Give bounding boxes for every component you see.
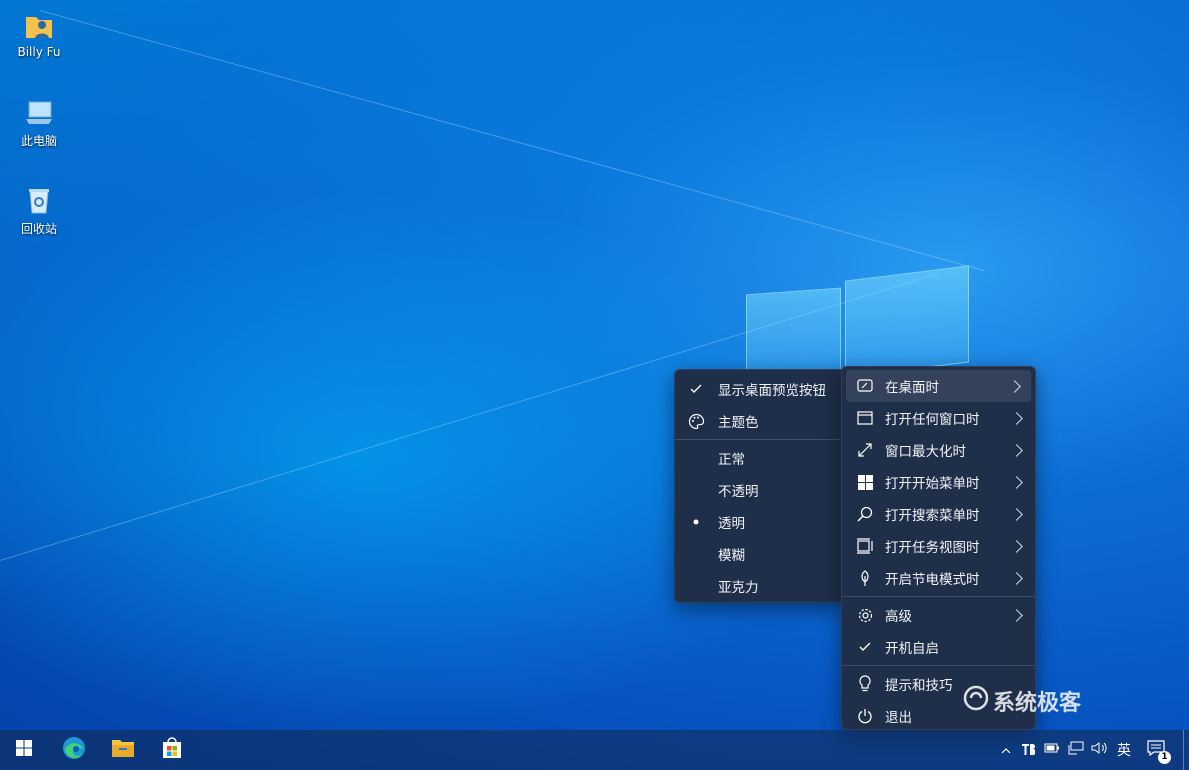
menu-item-label: 退出 — [885, 710, 912, 726]
menu-item-label: 主题色 — [718, 415, 759, 431]
menu-item-label: 正常 — [718, 452, 745, 468]
window-icon — [856, 409, 874, 427]
taskbar-app-edge[interactable] — [50, 730, 98, 770]
palette-icon — [687, 412, 705, 430]
menu-separator — [842, 596, 1035, 597]
style-submenu: 显示桌面预览按钮 主题色 正常 不透明 透明 模糊 亚克力 — [674, 369, 847, 603]
start-button[interactable] — [0, 730, 48, 770]
maximize-icon — [856, 441, 874, 459]
menu-item-label: 模糊 — [718, 548, 745, 564]
menu-item-label: 透明 — [718, 516, 745, 532]
ime-indicator[interactable]: 英 — [1112, 740, 1136, 760]
system-tray: 英 — [996, 730, 1136, 770]
volume-icon[interactable] — [1088, 741, 1112, 759]
wallpaper-logo-pane — [845, 265, 969, 378]
chevron-right-icon — [1010, 443, 1023, 457]
desktop-icon — [856, 377, 874, 395]
menu-item-label: 显示桌面预览按钮 — [718, 383, 826, 399]
start-icon — [16, 740, 32, 760]
taskbar-app-store[interactable] — [148, 730, 196, 770]
menu-separator — [675, 439, 846, 440]
menu-item-style-blur[interactable]: 模糊 — [675, 538, 846, 570]
desktop-icon-label: 此电脑 — [20, 134, 57, 148]
store-icon — [161, 737, 183, 763]
context-menu: 在桌面时 打开任何窗口时 窗口最大化时 打开开始菜单时 打开搜索菜单时 打开任务 — [841, 366, 1036, 730]
menu-item-label: 开机自启 — [885, 641, 939, 657]
menu-item-style-opaque[interactable]: 不透明 — [675, 474, 846, 506]
user-folder-icon — [23, 10, 55, 42]
chevron-right-icon — [1010, 507, 1023, 521]
chevron-right-icon — [1010, 475, 1023, 489]
tb-app-icon[interactable] — [1016, 742, 1040, 759]
desktop-icon-label: 回收站 — [20, 222, 57, 236]
desktop-icon-recycle-bin[interactable]: 回收站 — [9, 185, 69, 237]
network-icon[interactable] — [1064, 741, 1088, 759]
menu-item-label: 不透明 — [718, 484, 759, 500]
watermark-logo-icon — [963, 685, 989, 717]
menu-item-task-view[interactable]: 打开任务视图时 — [842, 530, 1035, 562]
menu-item-label: 在桌面时 — [885, 380, 939, 396]
battery-icon[interactable] — [1040, 742, 1064, 758]
file-explorer-icon — [111, 738, 135, 762]
notification-icon: 1 — [1147, 740, 1171, 764]
menu-item-style-acrylic[interactable]: 亚克力 — [675, 570, 846, 602]
show-desktop-button[interactable] — [1183, 730, 1189, 770]
gear-icon — [856, 606, 874, 624]
menu-item-show-desktop-preview[interactable]: 显示桌面预览按钮 — [675, 373, 846, 405]
task-view-icon — [856, 537, 874, 555]
menu-item-search-menu[interactable]: 打开搜索菜单时 — [842, 498, 1035, 530]
chevron-right-icon — [1008, 379, 1021, 393]
checkmark-icon — [687, 380, 705, 398]
menu-item-label: 窗口最大化时 — [885, 444, 966, 460]
menu-item-label: 高级 — [885, 609, 912, 625]
menu-item-style-transparent[interactable]: 透明 — [675, 506, 846, 538]
menu-item-label: 开启节电模式时 — [885, 572, 980, 588]
menu-item-any-window[interactable]: 打开任何窗口时 — [842, 402, 1035, 434]
menu-item-label: 打开搜索菜单时 — [885, 508, 980, 524]
chevron-right-icon — [1010, 571, 1023, 585]
taskbar: 英 1 — [0, 730, 1189, 770]
desktop-icon-label: Billy Fu — [17, 45, 61, 59]
notification-badge: 1 — [1158, 751, 1171, 764]
chevron-right-icon — [1010, 539, 1023, 553]
menu-item-theme-color[interactable]: 主题色 — [675, 405, 846, 437]
menu-item-label: 提示和技巧 — [885, 678, 953, 694]
menu-item-start-menu[interactable]: 打开开始菜单时 — [842, 466, 1035, 498]
lightbulb-icon — [856, 675, 874, 693]
notification-center-button[interactable]: 1 — [1136, 730, 1176, 770]
menu-item-style-normal[interactable]: 正常 — [675, 442, 846, 474]
menu-item-label: 打开任何窗口时 — [885, 412, 980, 428]
menu-item-label: 打开开始菜单时 — [885, 476, 980, 492]
windows-logo-icon — [856, 473, 874, 491]
checkmark-icon — [856, 638, 874, 656]
recycle-bin-icon — [23, 185, 55, 217]
search-icon — [856, 505, 874, 523]
chevron-right-icon — [1010, 608, 1023, 622]
chevron-up-icon[interactable] — [996, 743, 1016, 758]
desktop-icon-this-pc[interactable]: 此电脑 — [9, 97, 69, 149]
power-icon — [856, 707, 874, 725]
menu-item-label: 打开任务视图时 — [885, 540, 980, 556]
leaf-icon — [856, 569, 874, 587]
menu-item-maximized[interactable]: 窗口最大化时 — [842, 434, 1035, 466]
watermark: 系统极客 — [963, 685, 1081, 717]
menu-item-battery-saver[interactable]: 开启节电模式时 — [842, 562, 1035, 594]
menu-item-label: 亚克力 — [718, 580, 759, 596]
menu-item-on-desktop[interactable]: 在桌面时 — [846, 370, 1031, 402]
menu-item-autostart[interactable]: 开机自启 — [842, 631, 1035, 663]
radio-dot-icon — [687, 513, 705, 531]
edge-icon — [61, 735, 87, 765]
menu-separator — [842, 665, 1035, 666]
desktop-icon-user[interactable]: Billy Fu — [9, 10, 69, 59]
taskbar-app-file-explorer[interactable] — [99, 730, 147, 770]
computer-icon — [23, 97, 55, 129]
wallpaper-logo-pane — [746, 287, 841, 377]
chevron-right-icon — [1010, 411, 1023, 425]
menu-item-advanced[interactable]: 高级 — [842, 599, 1035, 631]
watermark-text: 系统极客 — [993, 691, 1082, 716]
